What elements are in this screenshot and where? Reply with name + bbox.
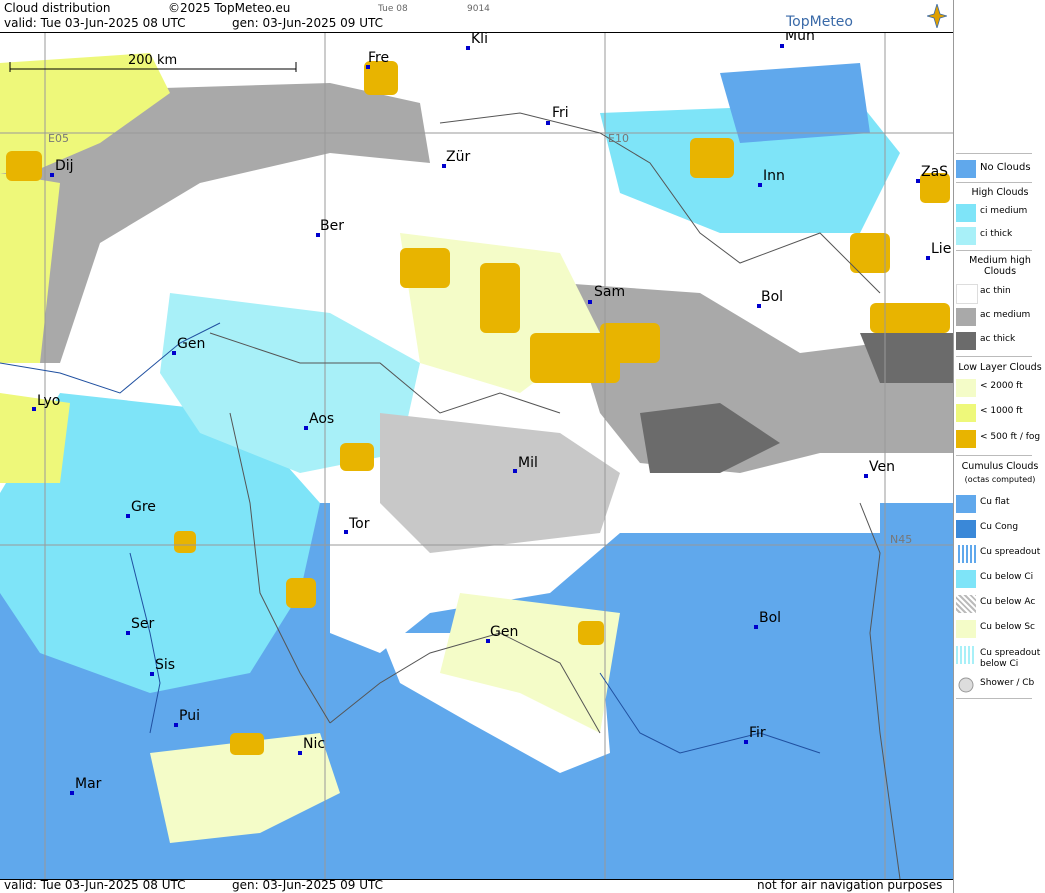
legend-no-clouds: No Clouds <box>956 158 1044 180</box>
city-label: Dij <box>55 158 74 174</box>
legend-cu-cong: Cu Cong <box>956 518 1044 540</box>
city-marker <box>926 256 930 260</box>
city-marker <box>754 625 758 629</box>
legend-cu-spread: Cu spreadout <box>956 543 1044 565</box>
legend: No Clouds High Clouds ci medium ci thick… <box>953 0 1045 893</box>
legend-ci-thick: ci thick <box>956 225 1044 247</box>
city-marker <box>916 179 920 183</box>
city-label: Fre <box>368 50 390 66</box>
swatch <box>956 160 976 178</box>
city-marker <box>546 121 550 125</box>
legend-high-head: High Clouds <box>971 187 1029 198</box>
city-label: Gen <box>177 336 206 352</box>
city-marker <box>150 672 154 676</box>
city-label: Mil <box>518 455 538 471</box>
city-marker <box>758 183 762 187</box>
grid-label-e10: E10 <box>608 132 629 145</box>
city-marker <box>344 530 348 534</box>
city-label: Tor <box>349 516 370 532</box>
city-label: Ber <box>320 218 344 234</box>
city-marker <box>50 173 54 177</box>
city-label: Kli <box>471 32 488 47</box>
city-label: Ven <box>869 459 895 475</box>
compass-icon <box>927 4 947 28</box>
grid-label-n45: N45 <box>890 533 913 546</box>
city-marker <box>513 469 517 473</box>
city-label: Gre <box>131 499 156 515</box>
city-marker <box>780 44 784 48</box>
legend-low-500: < 500 ft / fog <box>956 428 1044 450</box>
city-label: Bol <box>761 289 784 305</box>
footer-gen: gen: 03-Jun-2025 09 UTC <box>232 878 384 892</box>
city-label: Mar <box>75 776 102 792</box>
city-marker <box>172 351 176 355</box>
grid-label-e05: E05 <box>48 132 69 145</box>
city-label: Sam <box>594 284 626 300</box>
disclaimer: not for air navigation purposes <box>757 878 943 892</box>
city-marker <box>304 426 308 430</box>
city-label: Fri <box>552 105 569 121</box>
legend-low-1000: < 1000 ft <box>956 402 1044 424</box>
legend-cu-flat: Cu flat <box>956 493 1044 515</box>
shower-icon <box>958 677 974 693</box>
city-label: Mün <box>785 32 815 44</box>
header: Cloud distribution ©2025 TopMeteo.eu Tue… <box>0 0 953 32</box>
city-label: Aos <box>309 411 335 427</box>
legend-cu-head: Cumulus Clouds <box>961 461 1039 472</box>
valid-time: valid: Tue 03-Jun-2025 08 UTC <box>4 16 186 30</box>
time-label: Tue 08 <box>378 4 408 14</box>
legend-ac-thin: ac thin <box>956 282 1044 304</box>
legend-divider <box>956 356 1032 357</box>
legend-medium-head: Medium high Clouds <box>969 255 1031 277</box>
gen-time: gen: 03-Jun-2025 09 UTC <box>232 16 384 30</box>
topmeteo-logo: TopMeteo <box>786 14 853 30</box>
legend-divider <box>956 182 1032 183</box>
legend-ac-thick: ac thick <box>956 330 1044 352</box>
legend-low-head: Low Layer Clouds <box>958 362 1042 373</box>
city-label: Bol <box>759 610 782 626</box>
city-label: Pui <box>179 708 200 724</box>
city-marker <box>70 791 74 795</box>
city-marker <box>466 46 470 50</box>
city-label: ZaS <box>921 164 949 180</box>
city-marker <box>298 751 302 755</box>
city-marker <box>126 631 130 635</box>
code-label: 9014 <box>467 4 490 14</box>
legend-cu-below-sc: Cu below Sc <box>956 618 1044 640</box>
city-label: Sis <box>155 657 176 673</box>
legend-divider <box>956 455 1032 456</box>
city-marker <box>126 514 130 518</box>
legend-cu-below-ac: Cu below Ac <box>956 593 1044 615</box>
legend-ci-medium: ci medium <box>956 202 1044 224</box>
copyright: ©2025 TopMeteo.eu <box>168 1 291 15</box>
legend-shower: Shower / Cb <box>956 674 1044 696</box>
legend-cu-sub: (octas computed) <box>964 475 1036 484</box>
city-marker <box>588 300 592 304</box>
city-label: Zür <box>446 149 471 165</box>
city-marker <box>864 474 868 478</box>
city-label: Lyo <box>37 393 61 409</box>
city-label: Ser <box>131 616 155 632</box>
city-marker <box>174 723 178 727</box>
cloud-map[interactable]: 200 km E05 E10 N45 Kli Mün Fre Fri Dij Z… <box>0 32 953 880</box>
city-label: Inn <box>763 168 785 184</box>
footer: valid: Tue 03-Jun-2025 08 UTC gen: 03-Ju… <box>0 878 953 893</box>
legend-cu-spread-ci: Cu spreadout below Ci <box>956 644 1044 674</box>
city-marker <box>32 407 36 411</box>
city-label: Nic <box>303 736 326 752</box>
legend-divider <box>956 250 1032 251</box>
scale-label: 200 km <box>128 53 178 68</box>
legend-cu-below-ci: Cu below Ci <box>956 568 1044 590</box>
legend-divider <box>956 698 1032 699</box>
legend-divider <box>956 153 1032 154</box>
city-marker <box>744 740 748 744</box>
city-label: Fir <box>749 725 766 741</box>
legend-low-2000: < 2000 ft <box>956 377 1044 399</box>
footer-valid: valid: Tue 03-Jun-2025 08 UTC <box>4 878 186 892</box>
city-label: Lie <box>931 241 952 257</box>
legend-ac-medium: ac medium <box>956 306 1044 328</box>
map-title: Cloud distribution <box>4 1 111 15</box>
cloud-layer <box>0 33 953 879</box>
city-label: Gen <box>490 624 519 640</box>
